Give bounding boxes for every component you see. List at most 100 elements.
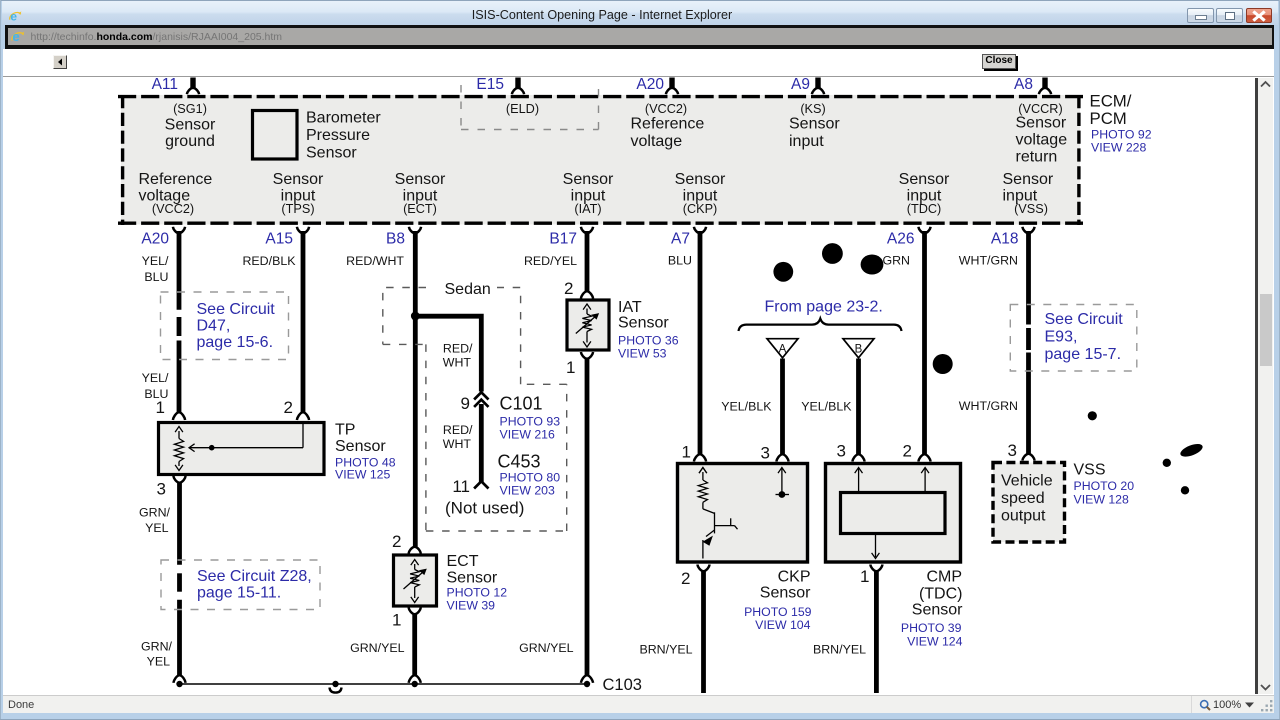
svg-text:Sensor: Sensor — [306, 145, 357, 162]
svg-text:YEL/: YEL/ — [142, 254, 169, 268]
svg-text:1: 1 — [682, 443, 691, 462]
svg-text:Vehicle: Vehicle — [1001, 473, 1053, 490]
svg-text:RED/: RED/ — [443, 423, 473, 437]
svg-text:B: B — [855, 344, 863, 356]
svg-text:11: 11 — [452, 477, 470, 496]
svg-text:9: 9 — [461, 394, 470, 413]
svg-text:Sensor: Sensor — [335, 438, 386, 455]
svg-text:(SG1): (SG1) — [173, 102, 207, 116]
svg-text:1: 1 — [156, 398, 165, 417]
svg-text:Pressure: Pressure — [306, 127, 370, 144]
svg-text:Barometer: Barometer — [306, 110, 381, 127]
svg-text:A: A — [779, 344, 787, 356]
svg-text:page 15-6.: page 15-6. — [197, 334, 274, 351]
svg-text:(CKP): (CKP) — [683, 202, 718, 216]
svg-text:Sensor: Sensor — [273, 171, 324, 188]
svg-text:3: 3 — [761, 444, 770, 463]
svg-text:C103: C103 — [603, 676, 642, 694]
svg-text:E93,: E93, — [1045, 329, 1078, 346]
svg-text:(ECT): (ECT) — [403, 202, 437, 216]
svg-text:PHOTO 159: PHOTO 159 — [744, 605, 812, 619]
svg-text:RED/: RED/ — [443, 342, 473, 356]
svg-text:(ELD): (ELD) — [506, 102, 539, 116]
svg-text:PHOTO 80: PHOTO 80 — [500, 471, 561, 485]
svg-text:RED/WHT: RED/WHT — [346, 254, 404, 268]
svg-text:YEL: YEL — [147, 655, 171, 669]
svg-text:3: 3 — [837, 442, 846, 461]
svg-text:Sensor: Sensor — [1003, 171, 1054, 188]
svg-text:GRN/YEL: GRN/YEL — [350, 641, 405, 655]
svg-text:Sensor: Sensor — [563, 171, 614, 188]
svg-text:PCM: PCM — [1090, 109, 1127, 128]
svg-text:(TPS): (TPS) — [281, 202, 314, 216]
svg-text:A11: A11 — [152, 76, 178, 93]
svg-text:CKP: CKP — [778, 569, 811, 586]
svg-text:A9: A9 — [791, 76, 810, 93]
svg-text:(Not used): (Not used) — [445, 499, 524, 518]
svg-text:voltage: voltage — [631, 133, 683, 150]
svg-text:E15: E15 — [476, 76, 504, 93]
svg-text:2: 2 — [681, 569, 690, 588]
svg-text:2: 2 — [392, 532, 401, 551]
svg-text:B17: B17 — [549, 231, 577, 248]
svg-text:Sensor: Sensor — [912, 602, 963, 619]
svg-text:1: 1 — [860, 567, 869, 586]
svg-text:WHT/GRN: WHT/GRN — [959, 399, 1018, 413]
svg-text:Reference: Reference — [631, 116, 705, 133]
svg-text:(TDC): (TDC) — [907, 202, 942, 216]
svg-text:1: 1 — [566, 358, 575, 377]
svg-text:RED/YEL: RED/YEL — [524, 254, 577, 268]
svg-text:Sensor: Sensor — [395, 171, 446, 188]
svg-text:2: 2 — [284, 398, 293, 417]
svg-text:See Circuit: See Circuit — [197, 301, 276, 318]
svg-text:GRN/YEL: GRN/YEL — [519, 641, 574, 655]
svg-text:WHT: WHT — [443, 356, 472, 370]
svg-text:A18: A18 — [991, 231, 1019, 248]
svg-text:page 15-7.: page 15-7. — [1045, 346, 1122, 363]
svg-text:3: 3 — [1008, 441, 1017, 460]
svg-text:Sensor: Sensor — [760, 585, 811, 602]
svg-text:Reference: Reference — [139, 171, 213, 188]
svg-text:Sensor: Sensor — [1016, 115, 1067, 132]
svg-text:IAT: IAT — [618, 299, 642, 316]
svg-text:See Circuit: See Circuit — [1045, 311, 1124, 328]
svg-text:Sensor: Sensor — [789, 116, 840, 133]
svg-text:Sensor: Sensor — [165, 117, 216, 134]
svg-text:input: input — [789, 133, 824, 150]
svg-text:A7: A7 — [671, 231, 690, 248]
svg-text:(VCC2): (VCC2) — [645, 102, 687, 116]
svg-text:YEL/: YEL/ — [142, 371, 169, 385]
svg-text:VIEW 104: VIEW 104 — [755, 618, 811, 632]
svg-text:Sedan: Sedan — [445, 281, 491, 298]
svg-text:page 15-11.: page 15-11. — [197, 585, 281, 602]
svg-text:BRN/YEL: BRN/YEL — [813, 643, 866, 657]
svg-text:VSS: VSS — [1074, 462, 1106, 479]
svg-text:VIEW 216: VIEW 216 — [500, 428, 556, 442]
svg-text:1: 1 — [392, 611, 401, 630]
svg-text:A26: A26 — [887, 231, 915, 248]
svg-text:ECM/: ECM/ — [1090, 92, 1132, 111]
svg-text:VIEW 203: VIEW 203 — [500, 484, 556, 498]
svg-text:BRN/YEL: BRN/YEL — [639, 643, 692, 657]
svg-text:Sensor: Sensor — [447, 570, 498, 587]
svg-text:PHOTO 92: PHOTO 92 — [1091, 128, 1152, 142]
svg-text:(VSS): (VSS) — [1014, 202, 1048, 216]
svg-text:PHOTO 39: PHOTO 39 — [901, 621, 962, 635]
svg-text:VIEW 228: VIEW 228 — [1091, 141, 1147, 155]
svg-text:See Circuit Z28,: See Circuit Z28, — [197, 568, 312, 585]
svg-text:(TDC): (TDC) — [919, 586, 963, 603]
svg-text:C101: C101 — [500, 394, 543, 414]
svg-text:BLU: BLU — [144, 270, 168, 284]
svg-text:(KS): (KS) — [800, 102, 825, 116]
svg-text:VIEW 39: VIEW 39 — [447, 599, 496, 613]
svg-text:A15: A15 — [265, 231, 293, 248]
svg-text:GRN/: GRN/ — [141, 640, 173, 654]
svg-text:A8: A8 — [1014, 76, 1033, 93]
svg-text:output: output — [1001, 508, 1046, 525]
svg-text:PHOTO 20: PHOTO 20 — [1074, 479, 1135, 493]
svg-text:WHT/GRN: WHT/GRN — [959, 254, 1018, 268]
svg-text:WHT: WHT — [443, 437, 472, 451]
svg-text:PHOTO 12: PHOTO 12 — [447, 586, 508, 600]
svg-text:BLU: BLU — [668, 254, 692, 268]
svg-text:return: return — [1016, 149, 1058, 166]
